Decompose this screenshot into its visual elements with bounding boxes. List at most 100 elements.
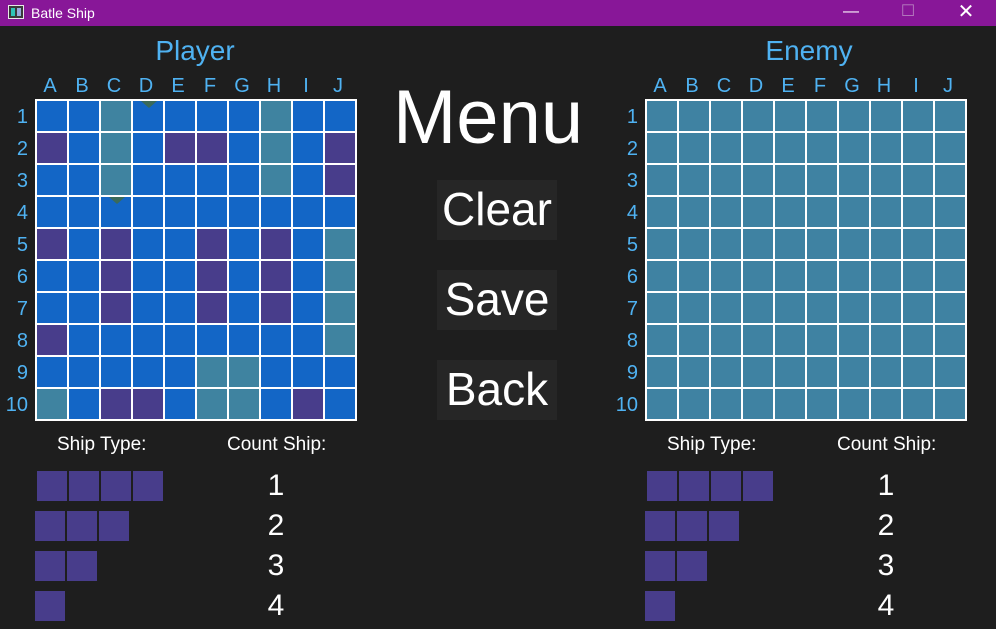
player-cell[interactable]: [293, 165, 323, 195]
maximize-button[interactable]: ☐: [885, 0, 931, 26]
enemy-cell[interactable]: [871, 197, 901, 227]
player-cell[interactable]: [325, 261, 355, 291]
enemy-cell[interactable]: [871, 357, 901, 387]
player-cell[interactable]: [37, 357, 67, 387]
player-cell[interactable]: [165, 101, 195, 131]
enemy-cell[interactable]: [807, 197, 837, 227]
player-cell[interactable]: [261, 325, 291, 355]
enemy-cell[interactable]: [903, 261, 933, 291]
enemy-cell[interactable]: [903, 165, 933, 195]
player-cell[interactable]: [165, 229, 195, 259]
player-cell[interactable]: [229, 293, 259, 323]
player-cell[interactable]: [133, 357, 163, 387]
enemy-cell[interactable]: [775, 229, 805, 259]
enemy-cell[interactable]: [711, 229, 741, 259]
player-cell[interactable]: [69, 325, 99, 355]
enemy-cell[interactable]: [679, 293, 709, 323]
player-cell[interactable]: [165, 357, 195, 387]
enemy-cell[interactable]: [647, 261, 677, 291]
enemy-cell[interactable]: [807, 357, 837, 387]
player-cell[interactable]: [325, 197, 355, 227]
player-cell[interactable]: [229, 101, 259, 131]
enemy-cell[interactable]: [647, 325, 677, 355]
enemy-cell[interactable]: [743, 197, 773, 227]
player-cell[interactable]: [261, 197, 291, 227]
enemy-cell[interactable]: [935, 229, 965, 259]
enemy-cell[interactable]: [935, 357, 965, 387]
player-cell[interactable]: [69, 165, 99, 195]
enemy-cell[interactable]: [743, 101, 773, 131]
enemy-cell[interactable]: [839, 229, 869, 259]
enemy-cell[interactable]: [647, 165, 677, 195]
enemy-cell[interactable]: [711, 101, 741, 131]
enemy-cell[interactable]: [775, 389, 805, 419]
player-cell[interactable]: [229, 165, 259, 195]
player-cell[interactable]: [101, 389, 131, 419]
enemy-cell[interactable]: [647, 101, 677, 131]
enemy-cell[interactable]: [679, 229, 709, 259]
enemy-cell[interactable]: [711, 165, 741, 195]
enemy-cell[interactable]: [871, 133, 901, 163]
enemy-grid[interactable]: [645, 99, 967, 421]
enemy-cell[interactable]: [647, 357, 677, 387]
enemy-cell[interactable]: [935, 101, 965, 131]
enemy-cell[interactable]: [711, 357, 741, 387]
enemy-cell[interactable]: [743, 325, 773, 355]
player-cell[interactable]: [325, 325, 355, 355]
player-cell[interactable]: [101, 325, 131, 355]
enemy-cell[interactable]: [743, 165, 773, 195]
close-button[interactable]: ✕: [943, 0, 989, 26]
enemy-cell[interactable]: [679, 133, 709, 163]
enemy-cell[interactable]: [807, 133, 837, 163]
enemy-cell[interactable]: [871, 293, 901, 323]
enemy-cell[interactable]: [903, 357, 933, 387]
player-cell[interactable]: [37, 293, 67, 323]
enemy-cell[interactable]: [679, 165, 709, 195]
player-cell[interactable]: [293, 229, 323, 259]
player-cell[interactable]: [293, 293, 323, 323]
player-cell[interactable]: [261, 133, 291, 163]
enemy-cell[interactable]: [839, 325, 869, 355]
player-cell[interactable]: [325, 357, 355, 387]
enemy-cell[interactable]: [935, 197, 965, 227]
player-cell[interactable]: [69, 229, 99, 259]
player-cell[interactable]: [133, 389, 163, 419]
player-cell[interactable]: [229, 389, 259, 419]
player-cell[interactable]: [133, 197, 163, 227]
player-cell[interactable]: [197, 293, 227, 323]
enemy-cell[interactable]: [935, 165, 965, 195]
player-cell[interactable]: [197, 133, 227, 163]
enemy-cell[interactable]: [871, 261, 901, 291]
enemy-cell[interactable]: [775, 325, 805, 355]
player-cell[interactable]: [133, 261, 163, 291]
enemy-cell[interactable]: [839, 261, 869, 291]
enemy-cell[interactable]: [935, 293, 965, 323]
enemy-cell[interactable]: [743, 389, 773, 419]
player-cell[interactable]: [133, 229, 163, 259]
player-cell[interactable]: [101, 197, 131, 227]
player-cell[interactable]: [261, 389, 291, 419]
player-cell[interactable]: [69, 261, 99, 291]
enemy-cell[interactable]: [679, 325, 709, 355]
player-cell[interactable]: [69, 197, 99, 227]
player-cell[interactable]: [133, 293, 163, 323]
player-cell[interactable]: [229, 325, 259, 355]
enemy-cell[interactable]: [839, 165, 869, 195]
player-cell[interactable]: [293, 261, 323, 291]
enemy-cell[interactable]: [903, 293, 933, 323]
player-cell[interactable]: [261, 229, 291, 259]
enemy-cell[interactable]: [903, 389, 933, 419]
enemy-cell[interactable]: [775, 357, 805, 387]
enemy-cell[interactable]: [903, 101, 933, 131]
enemy-cell[interactable]: [839, 389, 869, 419]
enemy-cell[interactable]: [647, 293, 677, 323]
enemy-cell[interactable]: [839, 293, 869, 323]
player-cell[interactable]: [197, 325, 227, 355]
player-cell[interactable]: [197, 261, 227, 291]
player-cell[interactable]: [261, 357, 291, 387]
player-cell[interactable]: [293, 197, 323, 227]
enemy-cell[interactable]: [711, 389, 741, 419]
player-cell[interactable]: [165, 389, 195, 419]
enemy-cell[interactable]: [807, 325, 837, 355]
player-cell[interactable]: [197, 101, 227, 131]
